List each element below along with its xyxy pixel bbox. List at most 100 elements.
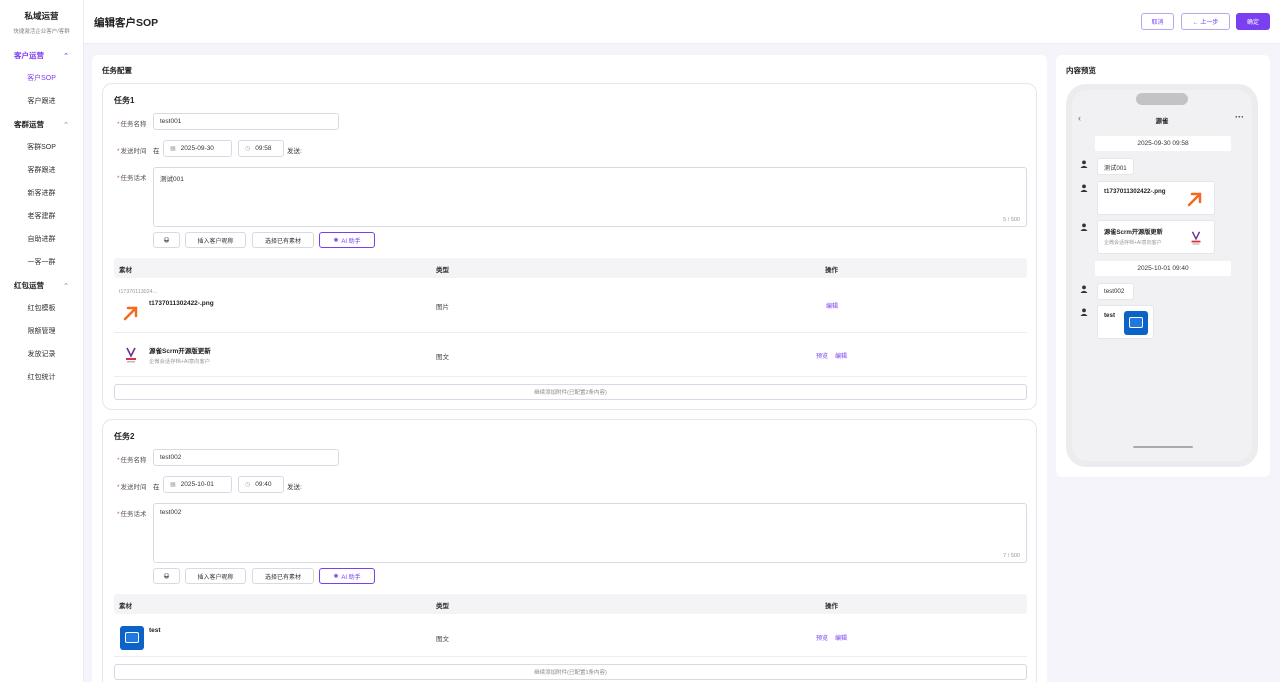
send-suffix-text: 发送:	[287, 484, 302, 491]
send-time-label: *发送时间	[117, 148, 147, 155]
sidebar-item-group-followup[interactable]: 客群跟进	[0, 159, 83, 182]
task-name-label: *任务名称	[117, 457, 147, 464]
message-article-card: test	[1097, 305, 1154, 339]
material-type: 图文	[436, 636, 449, 643]
sparkle-icon: ✺	[333, 573, 339, 580]
chevron-up-icon: ⌃	[63, 282, 69, 290]
ai-assistant-button[interactable]: ✺ AI 助手	[319, 568, 375, 584]
avatar-icon	[1080, 223, 1088, 231]
chevron-up-icon: ⌃	[63, 121, 69, 129]
sparkle-icon: ✺	[333, 237, 339, 244]
select-material-button[interactable]: 选择已有素材	[252, 232, 314, 248]
task-name-input[interactable]: test001	[153, 113, 339, 130]
sidebar-item-stats[interactable]: 红包统计	[0, 366, 83, 389]
more-icon[interactable]: ···	[1235, 112, 1244, 122]
sidebar-item-group-sop[interactable]: 客群SOP	[0, 136, 83, 159]
avatar-icon	[1080, 184, 1088, 192]
prev-step-button[interactable]: ← 上一步	[1181, 13, 1230, 30]
task-card-1: 任务1 *任务名称 test001 *发送时间 在 ▦ 2025-09-30 ◷ 0…	[102, 83, 1037, 410]
message-bubble: test002	[1097, 283, 1134, 300]
sidebar-item-redpacket-template[interactable]: 红包模板	[0, 297, 83, 320]
material-desc: 企微会话存档+AI意向客户	[149, 359, 211, 365]
chevron-up-icon: ⌃	[63, 52, 69, 60]
edit-link[interactable]: 编辑	[826, 301, 838, 310]
insert-nickname-button[interactable]: 插入客户昵称	[185, 232, 246, 248]
app-subtitle: 快捷激活企业客户/客群	[13, 29, 70, 35]
script-label: *任务话术	[117, 175, 147, 182]
message-file-name: t1737011302422-.png	[1104, 188, 1166, 195]
label-text: 任务名称	[120, 121, 147, 128]
sidebar-item-customer-sop[interactable]: 客户SOP	[0, 67, 83, 90]
confirm-button[interactable]: 确定	[1236, 13, 1270, 30]
send-suffix-text: 发送:	[287, 148, 302, 155]
label-text: 任务话术	[120, 175, 147, 182]
col-type: 类型	[436, 267, 449, 274]
sidebar-item-new-join[interactable]: 新客进群	[0, 182, 83, 205]
preview-link[interactable]: 预览	[816, 351, 828, 360]
input-value: test001	[160, 118, 182, 125]
task-name-input[interactable]: test002	[153, 449, 339, 466]
emoji-button[interactable]: 😀	[153, 568, 180, 584]
sidebar-item-old-build[interactable]: 老客建群	[0, 205, 83, 228]
sidebar-item-self-join[interactable]: 自助进群	[0, 228, 83, 251]
task-title: 任务1	[114, 96, 135, 105]
sidebar: 私域运营 快捷激活企业客户/客群 客户运营 ⌃ 客户SOP 客户跟进 客群运营 ⌃ …	[0, 0, 84, 682]
image-caption: t17370113024...	[119, 289, 157, 295]
nav-group-customer[interactable]: 客户运营 ⌃	[0, 44, 83, 67]
task-config-card: 任务配置 任务1 *任务名称 test001 *发送时间 在 ▦ 2025-09-…	[92, 55, 1047, 682]
sidebar-item-limit[interactable]: 限额管理	[0, 320, 83, 343]
material-name: 源雀Scrm开源版更新	[149, 348, 211, 355]
send-time-label: *发送时间	[117, 484, 147, 491]
ai-assistant-button[interactable]: ✺ AI 助手	[319, 232, 375, 248]
date-picker[interactable]: ▦ 2025-09-30	[163, 140, 232, 157]
table-row: test 图文 预览 编辑	[114, 616, 1027, 657]
sidebar-item-one-group[interactable]: 一客一群	[0, 251, 83, 274]
label-text: 发送时间	[120, 148, 147, 155]
edit-link[interactable]: 编辑	[835, 633, 847, 642]
material-table-header: 素材 类型 操作	[114, 594, 1027, 614]
nav-group-redpacket[interactable]: 红包运营 ⌃	[0, 274, 83, 297]
message-text: test002	[1104, 288, 1125, 295]
cancel-button[interactable]: 取消	[1141, 13, 1174, 30]
preview-title: 内容预览	[1066, 66, 1096, 75]
image-tile-icon	[120, 626, 144, 650]
insert-nickname-button[interactable]: 插入客户昵称	[185, 568, 246, 584]
chat-navbar: ‹ 源雀 ···	[1072, 112, 1252, 130]
page-title: 编辑客户SOP	[94, 17, 159, 29]
time-picker[interactable]: ◷ 09:58	[238, 140, 284, 157]
add-attachment-button[interactable]: 继续添加附件(已配置2条内容)	[114, 384, 1027, 400]
message-bubble: 测试001	[1097, 158, 1134, 175]
edit-link[interactable]: 编辑	[835, 351, 847, 360]
script-textarea[interactable]: 测试001 5 / 500	[153, 167, 1027, 227]
table-row: 源雀Scrm开源版更新 企微会话存档+AI意向客户 图文 预览 编辑	[114, 334, 1027, 377]
nav-group-label: 客群运营	[14, 120, 44, 129]
image-tile-icon	[1124, 311, 1148, 335]
time-picker[interactable]: ◷ 09:40	[238, 476, 284, 493]
calendar-icon: ▦	[170, 146, 176, 152]
at-text: 在	[153, 484, 160, 491]
app-root: 私域运营 快捷激活企业客户/客群 客户运营 ⌃ 客户SOP 客户跟进 客群运营 ⌃ …	[0, 0, 1280, 682]
script-textarea[interactable]: test002 7 / 500	[153, 503, 1027, 563]
message-article-card: 源雀Scrm开源版更新 企微会话存档+AI意向客户	[1097, 220, 1215, 254]
table-row: t17370113024... t1737011302422-.png 图片 编…	[114, 280, 1027, 333]
nav-group-group[interactable]: 客群运营 ⌃	[0, 113, 83, 136]
emoji-button[interactable]: 😀	[153, 232, 180, 248]
date-picker[interactable]: ▦ 2025-10-01	[163, 476, 232, 493]
app-title: 私域运营	[24, 11, 59, 21]
add-attachment-button[interactable]: 继续添加附件(已配置1条内容)	[114, 664, 1027, 680]
brand: 私域运营 快捷激活企业客户/客群	[0, 0, 83, 44]
label-text: 任务名称	[120, 457, 147, 464]
preview-link[interactable]: 预览	[816, 633, 828, 642]
home-indicator	[1133, 446, 1193, 448]
time-value: 09:40	[255, 481, 272, 488]
material-type: 图文	[436, 354, 449, 361]
select-material-button[interactable]: 选择已有素材	[252, 568, 314, 584]
phone-frame: ‹ 源雀 ··· 2025-09-30 09:58 测试001 t1737011…	[1066, 84, 1258, 467]
material-table-header: 素材 类型 操作	[114, 258, 1027, 278]
sidebar-item-customer-followup[interactable]: 客户跟进	[0, 90, 83, 113]
sidebar-item-records[interactable]: 发放记录	[0, 343, 83, 366]
article-title: 源雀Scrm开源版更新	[1104, 229, 1163, 236]
emoji-icon: 😀	[163, 237, 170, 244]
logo-thumb	[122, 344, 140, 366]
task-name-label: *任务名称	[117, 121, 147, 128]
